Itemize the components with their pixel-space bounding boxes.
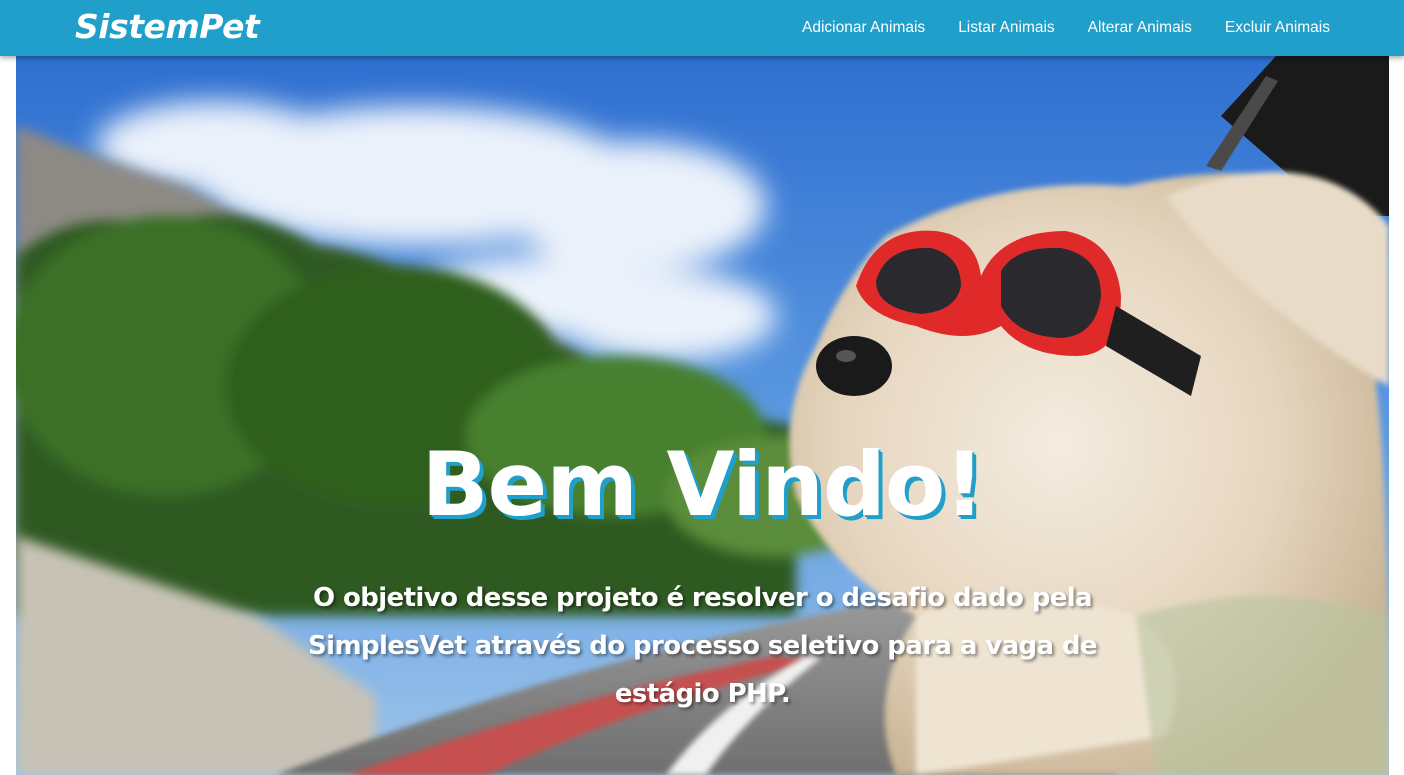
- nav-link-alterar-animais[interactable]: Alterar Animais: [1071, 19, 1208, 37]
- brand-logo[interactable]: SistemPet: [75, 5, 260, 49]
- nav-link-adicionar-animais[interactable]: Adicionar Animais: [785, 19, 941, 37]
- nav-menu: Adicionar Animais Listar Animais Alterar…: [785, 0, 1346, 56]
- nav-link-excluir-animais[interactable]: Excluir Animais: [1208, 19, 1346, 37]
- top-navbar: SistemPet Adicionar Animais Listar Anima…: [0, 0, 1404, 56]
- nav-link-listar-animais[interactable]: Listar Animais: [942, 19, 1071, 37]
- hero-title: Bem Vindo!: [421, 433, 984, 536]
- hero-section: Bem Vindo! O objetivo desse projeto é re…: [16, 56, 1389, 775]
- hero-description: O objetivo desse projeto é resolver o de…: [308, 583, 1098, 709]
